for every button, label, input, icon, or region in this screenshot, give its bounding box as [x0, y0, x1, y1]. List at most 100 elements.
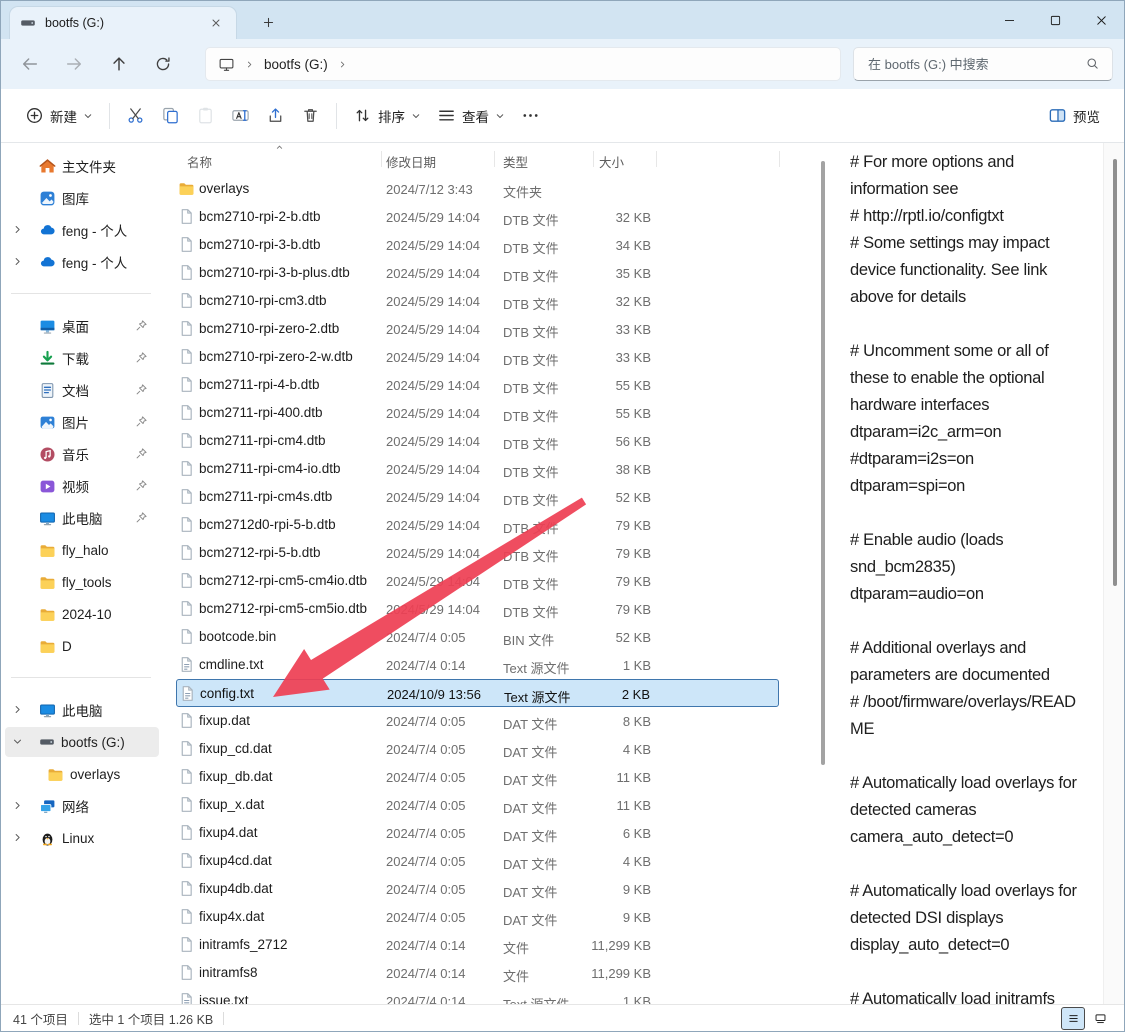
file-name: config.txt — [200, 686, 254, 701]
file-row[interactable]: fixup4x.dat2024/7/4 0:05DAT 文件9 KB — [176, 903, 779, 931]
cut-button[interactable] — [118, 99, 153, 132]
file-row[interactable]: cmdline.txt2024/7/4 0:14Text 源文件1 KB — [176, 651, 779, 679]
sidebar-item-fly-halo[interactable]: fly_halo — [5, 535, 159, 565]
file-size: 52 KB — [616, 490, 651, 505]
sidebar-item-onedrive-personal-2[interactable]: feng - 个人 — [5, 247, 159, 277]
file-row[interactable]: bcm2710-rpi-2-b.dtb2024/5/29 14:04DTB 文件… — [176, 203, 779, 231]
sidebar-item-pictures[interactable]: 图片 — [5, 407, 159, 437]
sidebar-item-d[interactable]: D — [5, 631, 159, 661]
file-row[interactable]: bcm2712-rpi-5-b.dtb2024/5/29 14:04DTB 文件… — [176, 539, 779, 567]
sidebar-item-videos[interactable]: 视频 — [5, 471, 159, 501]
sidebar-item-fly-tools[interactable]: fly_tools — [5, 567, 159, 597]
file-row[interactable]: bcm2711-rpi-cm4s.dtb2024/5/29 14:04DTB 文… — [176, 483, 779, 511]
file-row[interactable]: bcm2711-rpi-400.dtb2024/5/29 14:04DTB 文件… — [176, 399, 779, 427]
sidebar-item-music[interactable]: 音乐 — [5, 439, 159, 469]
maximize-button[interactable] — [1032, 1, 1078, 39]
sidebar-item-overlays[interactable]: overlays — [5, 759, 159, 789]
file-row[interactable]: fixup4cd.dat2024/7/4 0:05DAT 文件4 KB — [176, 847, 779, 875]
sidebar-item-network[interactable]: 网络 — [5, 791, 159, 821]
close-button[interactable] — [1078, 1, 1124, 39]
file-row[interactable]: fixup_cd.dat2024/7/4 0:05DAT 文件4 KB — [176, 735, 779, 763]
chevron-right-icon[interactable] — [12, 832, 23, 843]
file-row[interactable]: config.txt2024/10/9 13:56Text 源文件2 KB — [176, 679, 779, 707]
file-row[interactable]: fixup4db.dat2024/7/4 0:05DAT 文件9 KB — [176, 875, 779, 903]
sidebar-item-this-pc[interactable]: 此电脑 — [5, 695, 159, 725]
up-button[interactable] — [104, 49, 134, 79]
details-view-button[interactable] — [1061, 1007, 1085, 1030]
file-row[interactable]: fixup.dat2024/7/4 0:05DAT 文件8 KB — [176, 707, 779, 735]
desktop-icon — [39, 318, 56, 335]
file-row[interactable]: bcm2710-rpi-3-b-plus.dtb2024/5/29 14:04D… — [176, 259, 779, 287]
file-row[interactable]: bcm2711-rpi-cm4-io.dtb2024/5/29 14:04DTB… — [176, 455, 779, 483]
sidebar-item-2024-10[interactable]: 2024-10 — [5, 599, 159, 629]
explorer-tab[interactable]: bootfs (G:) — [9, 6, 237, 39]
plus-icon — [262, 16, 275, 29]
sidebar-item-this-pc-pinned[interactable]: 此电脑 — [5, 503, 159, 533]
file-row[interactable]: initramfs82024/7/4 0:14文件11,299 KB — [176, 959, 779, 987]
file-row[interactable]: fixup_db.dat2024/7/4 0:05DAT 文件11 KB — [176, 763, 779, 791]
vertical-scrollbar[interactable] — [1103, 143, 1124, 1004]
back-button[interactable] — [15, 49, 45, 79]
search-input[interactable] — [853, 47, 1113, 81]
breadcrumb[interactable]: bootfs (G:) — [205, 47, 841, 81]
file-row[interactable]: bcm2711-rpi-4-b.dtb2024/5/29 14:04DTB 文件… — [176, 371, 779, 399]
new-button[interactable]: 新建 — [17, 99, 101, 133]
new-tab-button[interactable] — [255, 10, 281, 34]
column-header-name[interactable]: 名称 — [187, 152, 212, 171]
thumbnail-view-button[interactable] — [1088, 1007, 1112, 1030]
file-row[interactable]: bcm2712d0-rpi-5-b.dtb2024/5/29 14:04DTB … — [176, 511, 779, 539]
more-options-button[interactable] — [513, 99, 548, 132]
file-row[interactable]: bcm2711-rpi-cm4.dtb2024/5/29 14:04DTB 文件… — [176, 427, 779, 455]
file-row[interactable]: overlays2024/7/12 3:43文件夹 — [176, 175, 779, 203]
items-count: 41 个项目 — [13, 1009, 68, 1028]
sidebar-item-gallery[interactable]: 图库 — [5, 183, 159, 213]
sidebar-item-home[interactable]: 主文件夹 — [5, 151, 159, 181]
delete-button[interactable] — [293, 99, 328, 132]
file-row[interactable]: bcm2710-rpi-cm3.dtb2024/5/29 14:04DTB 文件… — [176, 287, 779, 315]
forward-button[interactable] — [59, 49, 89, 79]
sidebar-item-linux[interactable]: Linux — [5, 823, 159, 853]
thispc-icon — [39, 702, 56, 719]
view-button[interactable]: 查看 — [429, 99, 513, 133]
preview-pane-icon — [1048, 106, 1067, 125]
file-row[interactable]: fixup_x.dat2024/7/4 0:05DAT 文件11 KB — [176, 791, 779, 819]
share-button[interactable] — [258, 99, 293, 132]
file-row[interactable]: bcm2710-rpi-zero-2-w.dtb2024/5/29 14:04D… — [176, 343, 779, 371]
file-row[interactable]: bcm2712-rpi-cm5-cm5io.dtb2024/5/29 14:04… — [176, 595, 779, 623]
chevron-right-icon[interactable] — [12, 224, 23, 235]
chevron-right-icon[interactable] — [12, 256, 23, 267]
sidebar-item-bootfs-g[interactable]: bootfs (G:) — [5, 727, 159, 757]
sidebar-item-desktop[interactable]: 桌面 — [5, 311, 159, 341]
sort-button[interactable]: 排序 — [345, 99, 429, 133]
minimize-button[interactable] — [986, 1, 1032, 39]
paste-button[interactable] — [188, 99, 223, 132]
sidebar-item-label: fly_tools — [62, 575, 112, 590]
file-list-scrollbar-thumb[interactable] — [821, 161, 825, 765]
chevron-right-icon[interactable] — [12, 704, 23, 715]
preview-toggle-button[interactable]: 预览 — [1040, 99, 1108, 133]
tab-close-button[interactable] — [206, 13, 226, 33]
breadcrumb-item-drive[interactable]: bootfs (G:) — [264, 57, 328, 72]
sidebar-item-documents[interactable]: 文档 — [5, 375, 159, 405]
chevron-down-icon[interactable] — [12, 736, 23, 747]
file-row[interactable]: bcm2710-rpi-zero-2.dtb2024/5/29 14:04DTB… — [176, 315, 779, 343]
file-row[interactable]: bcm2710-rpi-3-b.dtb2024/5/29 14:04DTB 文件… — [176, 231, 779, 259]
copy-button[interactable] — [153, 99, 188, 132]
file-row[interactable]: initramfs_27122024/7/4 0:14文件11,299 KB — [176, 931, 779, 959]
sidebar-item-onedrive-personal-1[interactable]: feng - 个人 — [5, 215, 159, 245]
file-date: 2024/7/4 0:05 — [386, 826, 466, 841]
column-header-type[interactable]: 类型 — [503, 152, 528, 171]
file-row[interactable]: issue.txt2024/7/4 0:14Text 源文件1 KB — [176, 987, 779, 1004]
file-date: 2024/7/12 3:43 — [386, 182, 473, 197]
scrollbar-thumb[interactable] — [1113, 159, 1117, 586]
column-header-date[interactable]: 修改日期 — [386, 152, 436, 171]
file-row[interactable]: bootcode.bin2024/7/4 0:05BIN 文件52 KB — [176, 623, 779, 651]
column-header-size[interactable]: 大小 — [599, 152, 624, 171]
sidebar-item-downloads[interactable]: 下载 — [5, 343, 159, 373]
file-name: bcm2711-rpi-cm4.dtb — [199, 433, 326, 448]
refresh-button[interactable] — [148, 49, 178, 79]
chevron-right-icon[interactable] — [12, 800, 23, 811]
rename-button[interactable] — [223, 99, 258, 132]
file-row[interactable]: bcm2712-rpi-cm5-cm4io.dtb2024/5/29 14:04… — [176, 567, 779, 595]
file-row[interactable]: fixup4.dat2024/7/4 0:05DAT 文件6 KB — [176, 819, 779, 847]
